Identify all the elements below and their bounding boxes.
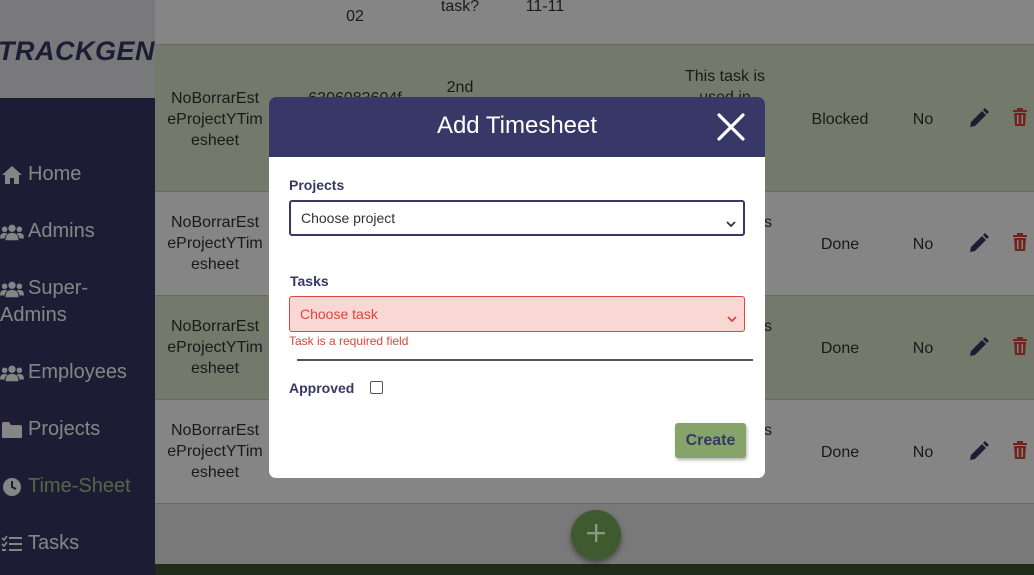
add-timesheet-button[interactable] (571, 510, 621, 560)
projects-label: Projects (289, 177, 345, 193)
tasks-label: Tasks (290, 273, 329, 289)
modal-title: Add Timesheet (436, 112, 598, 139)
project-select-value: Choose project (301, 210, 396, 226)
chevron-down-icon (727, 310, 737, 326)
create-button[interactable]: Create (675, 423, 746, 458)
task-select[interactable]: Choose task (289, 296, 745, 332)
project-select[interactable]: Choose project (289, 200, 745, 236)
divider (297, 359, 753, 361)
approved-checkbox[interactable] (370, 381, 383, 394)
chevron-down-icon (726, 215, 736, 231)
plus-icon (585, 522, 607, 549)
modal-header: Add Timesheet (269, 97, 765, 157)
approved-label: Approved (289, 380, 355, 396)
add-timesheet-modal: Add Timesheet Projects Choose project Ta… (269, 97, 765, 478)
close-icon[interactable] (716, 112, 746, 142)
task-select-value: Choose task (300, 306, 378, 322)
task-error-message: Task is a required field (289, 334, 409, 348)
